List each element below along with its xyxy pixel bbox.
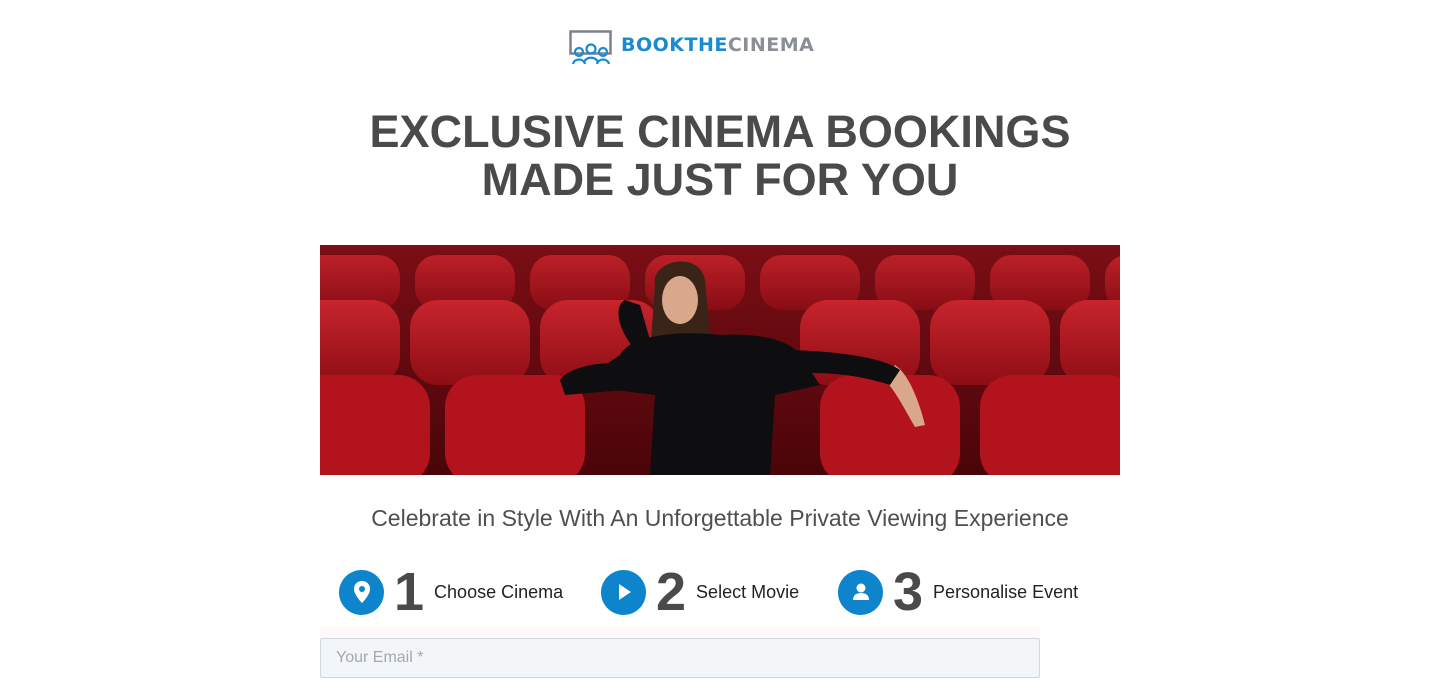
step-number: 3: [893, 562, 924, 622]
page-title-line-1: EXCLUSIVE CINEMA BOOKINGS: [369, 106, 1071, 157]
email-field[interactable]: [320, 638, 1040, 678]
cinema-screen-icon: [569, 30, 612, 65]
hero-image: [320, 245, 1120, 475]
page-title-line-2: MADE JUST FOR YOU: [481, 154, 959, 205]
tagline: Celebrate in Style With An Unforgettable…: [371, 505, 1069, 531]
brand-logo[interactable]: BOOKTHECINEMA: [569, 30, 814, 66]
brand-name: BOOKTHECINEMA: [621, 33, 815, 56]
page-title: EXCLUSIVE CINEMA BOOKINGS MADE JUST FOR …: [0, 108, 1440, 204]
user-icon: [838, 569, 883, 615]
step-label: Choose Cinema: [434, 581, 564, 602]
form-top-shade: [320, 626, 1040, 638]
step-label: Personalise Event: [933, 581, 1079, 602]
step-select-movie: 2 Select Movie: [601, 562, 800, 622]
step-label: Select Movie: [696, 581, 800, 602]
step-personalise-event: 3 Personalise Event: [838, 562, 1079, 622]
step-choose-cinema: 1 Choose Cinema: [339, 562, 564, 622]
step-number: 1: [394, 562, 425, 622]
map-pin-icon: [339, 569, 384, 615]
step-number: 2: [656, 562, 687, 622]
landing-page: BOOKTHECINEMA EXCLUSIVE CINEMA BOOKINGS …: [0, 0, 1440, 700]
play-icon: [601, 569, 646, 615]
